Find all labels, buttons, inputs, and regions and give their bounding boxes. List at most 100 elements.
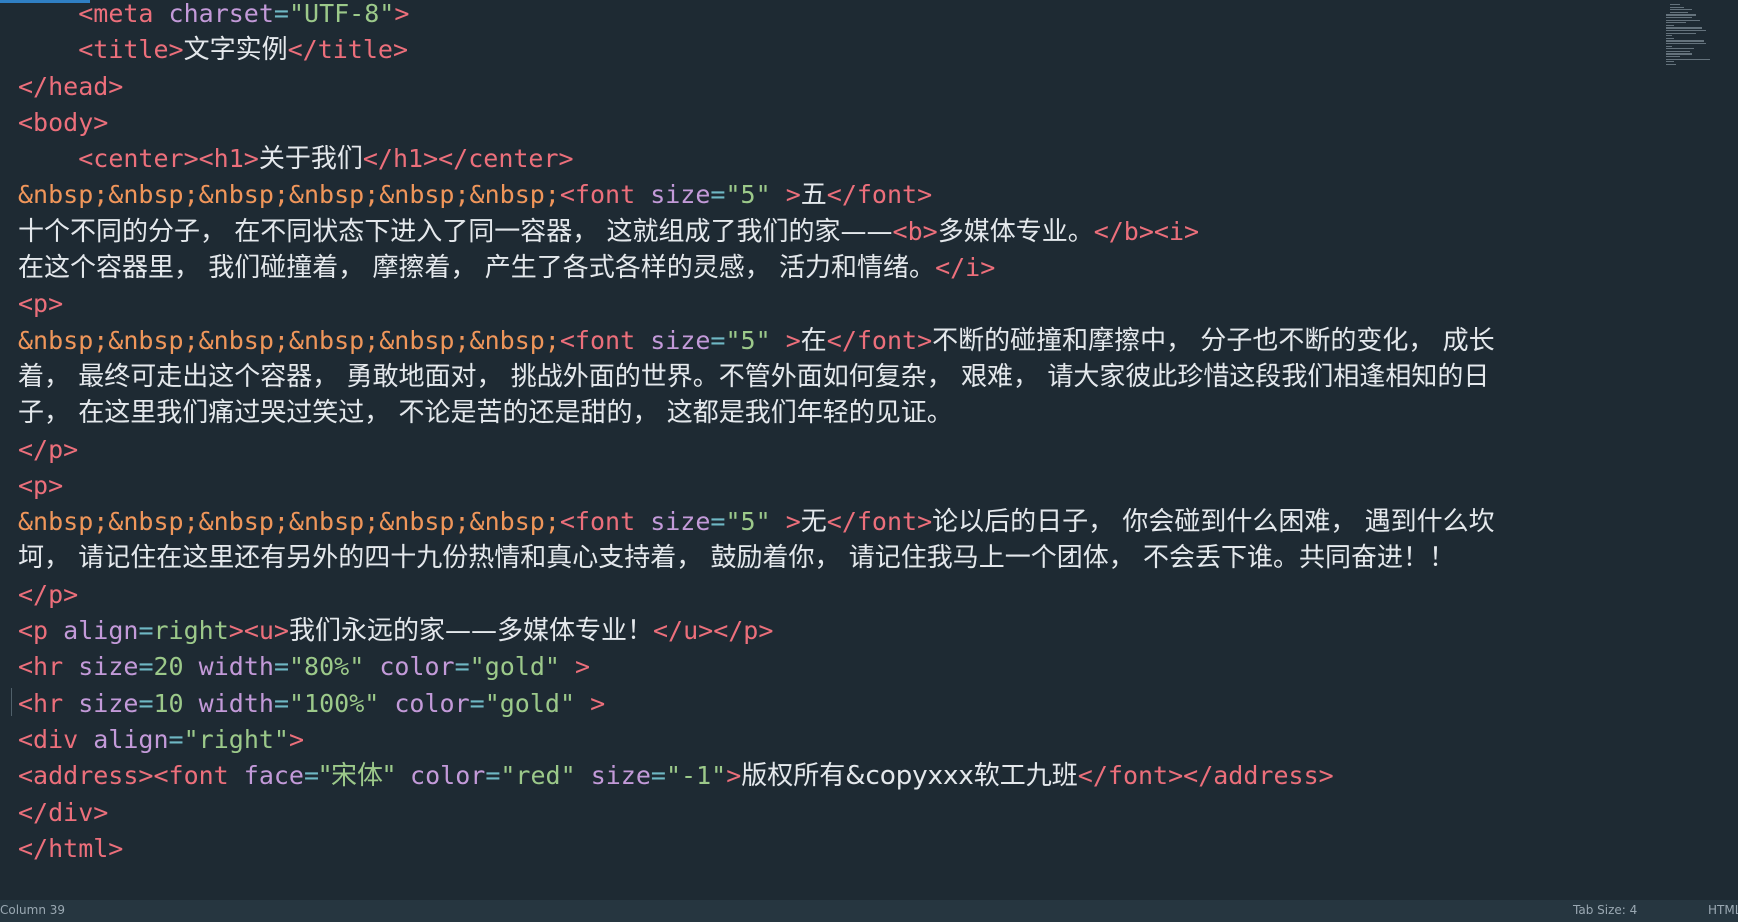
code-token: =	[485, 761, 501, 791]
code-line[interactable]: <title>文字实例</title>	[18, 32, 1658, 68]
code-token: color	[410, 761, 486, 791]
code-token: </html>	[18, 833, 124, 863]
code-token: >	[785, 180, 801, 210]
code-line[interactable]: <hr size=20 width="80%" color="gold" >	[18, 649, 1658, 685]
code-token: 不断的碰撞和摩擦中， 分子也不断的变化， 成长	[932, 325, 1495, 356]
code-line[interactable]: <address><font face="宋体" color="red" siz…	[18, 758, 1658, 794]
minimap-line	[1666, 30, 1706, 32]
minimap-line	[1666, 37, 1674, 40]
code-editor[interactable]: <meta charset="UTF-8"> <title>文字实例</titl…	[0, 0, 1738, 900]
code-line[interactable]: </p>	[18, 432, 1658, 468]
code-line[interactable]: </head>	[18, 69, 1658, 105]
code-token: =	[273, 652, 289, 682]
cursor-position[interactable]: Column 39	[0, 903, 65, 917]
code-line[interactable]: </p>	[18, 577, 1658, 613]
code-line[interactable]: 在这个容器里， 我们碰撞着， 摩擦着， 产生了各式各样的灵感， 活力和情绪。</…	[18, 250, 1658, 286]
code-token: <p>	[18, 470, 64, 500]
code-token: <div	[18, 724, 79, 754]
code-line[interactable]: <hr size=10 width="100%" color="gold" >	[18, 686, 1658, 722]
minimap-line	[1666, 17, 1692, 19]
code-token: </u></p>	[653, 616, 774, 646]
code-line[interactable]: 坷， 请记住在这里还有另外的四十九份热情和真心支持着， 鼓励着你， 请记住我马上…	[18, 540, 1658, 576]
minimap-line	[1666, 14, 1696, 16]
code-token: size	[78, 652, 139, 682]
code-token: <body>	[18, 107, 109, 137]
code-token: =	[710, 507, 726, 537]
code-token: 子， 在这里我们痛过哭过笑过， 不论是苦的还是甜的， 这都是我们年轻的见证。	[18, 398, 953, 429]
code-token: 坷， 请记住在这里还有另外的四十九份热情和真心支持着， 鼓励着你， 请记住我马上…	[18, 543, 1456, 574]
code-line[interactable]: <p>	[18, 468, 1658, 504]
code-token: >	[726, 761, 742, 791]
code-token: "80%"	[289, 652, 365, 682]
code-token: &nbsp;&nbsp;&nbsp;&nbsp;&nbsp;&nbsp;	[18, 325, 560, 355]
code-line[interactable]: &nbsp;&nbsp;&nbsp;&nbsp;&nbsp;&nbsp;<fon…	[18, 177, 1658, 213]
code-token: color	[379, 652, 455, 682]
code-line[interactable]: <meta charset="UTF-8">	[18, 0, 1658, 32]
minimap-line	[1670, 9, 1692, 11]
code-token: size	[78, 688, 139, 718]
code-token: </font>	[826, 507, 933, 537]
code-token: =	[168, 724, 184, 754]
minimap-line	[1666, 56, 1680, 58]
code-token: "red"	[500, 761, 576, 791]
code-token: ><u>	[228, 616, 289, 646]
code-token: 在这个容器里， 我们碰撞着， 摩擦着， 产生了各式各样的灵感， 活力和情绪。	[18, 253, 936, 284]
minimap-line	[1666, 50, 1690, 53]
code-line[interactable]: 着， 最终可走出这个容器， 勇敢地面对， 挑战外面的世界。不管外面如何复杂， 艰…	[18, 359, 1658, 395]
code-token: "gold"	[484, 688, 576, 718]
code-token: 文字实例	[183, 35, 288, 66]
minimap-line	[1666, 32, 1696, 34]
code-token: right	[153, 616, 229, 646]
code-token: "100%"	[289, 688, 380, 718]
code-area[interactable]: <meta charset="UTF-8"> <title>文字实例</titl…	[18, 0, 1658, 867]
code-token: >	[785, 507, 801, 537]
code-token: >	[575, 652, 591, 682]
code-token: color	[394, 688, 470, 718]
code-token: =	[273, 688, 289, 718]
code-line[interactable]: <div align="right">	[18, 722, 1658, 758]
code-token: =	[273, 0, 289, 28]
code-line[interactable]: 子， 在这里我们痛过哭过笑过， 不论是苦的还是甜的， 这都是我们年轻的见证。	[18, 395, 1658, 431]
code-token: width	[198, 688, 274, 718]
code-line[interactable]: </div>	[18, 795, 1658, 831]
code-token: 十个不同的分子， 在不同状态下进入了同一容器， 这就组成了我们的家——	[18, 216, 893, 247]
code-token: 论以后的日子， 你会碰到什么困难， 遇到什么坎	[932, 507, 1495, 538]
code-line[interactable]: </html>	[18, 831, 1658, 867]
code-token: =	[710, 180, 726, 210]
code-line[interactable]: 十个不同的分子， 在不同状态下进入了同一容器， 这就组成了我们的家——<b>多媒…	[18, 214, 1658, 250]
syntax-indicator[interactable]: HTML	[1708, 903, 1738, 917]
minimap-line	[1666, 19, 1700, 21]
code-line[interactable]: <center><h1>关于我们</h1></center>	[18, 141, 1658, 177]
code-token: charset	[168, 0, 274, 28]
current-line-marker	[11, 688, 12, 716]
code-token: </title>	[287, 35, 409, 65]
status-bar: Column 39 Tab Size: 4 HTML	[0, 900, 1738, 922]
code-token: =	[138, 616, 154, 646]
minimap-line	[1666, 63, 1676, 66]
code-line[interactable]: &nbsp;&nbsp;&nbsp;&nbsp;&nbsp;&nbsp;<fon…	[18, 504, 1658, 540]
code-token: &nbsp;&nbsp;&nbsp;&nbsp;&nbsp;&nbsp;	[18, 507, 560, 537]
code-token: size	[590, 761, 651, 791]
code-line[interactable]: <p>	[18, 286, 1658, 322]
minimap-line	[1666, 43, 1706, 45]
code-token: <address><font	[18, 761, 229, 791]
code-line[interactable]: <body>	[18, 105, 1658, 141]
code-token: =	[469, 688, 485, 718]
tab-size-indicator[interactable]: Tab Size: 4	[1573, 903, 1637, 917]
code-line[interactable]: <p align=right><u>我们永远的家——多媒体专业！</u></p>	[18, 613, 1658, 649]
code-token: </b><i>	[1093, 216, 1200, 246]
minimap[interactable]	[1666, 0, 1738, 76]
code-line[interactable]: &nbsp;&nbsp;&nbsp;&nbsp;&nbsp;&nbsp;<fon…	[18, 323, 1658, 359]
code-token: >	[394, 0, 410, 28]
code-token: =	[138, 688, 154, 718]
code-token: =	[710, 325, 726, 355]
